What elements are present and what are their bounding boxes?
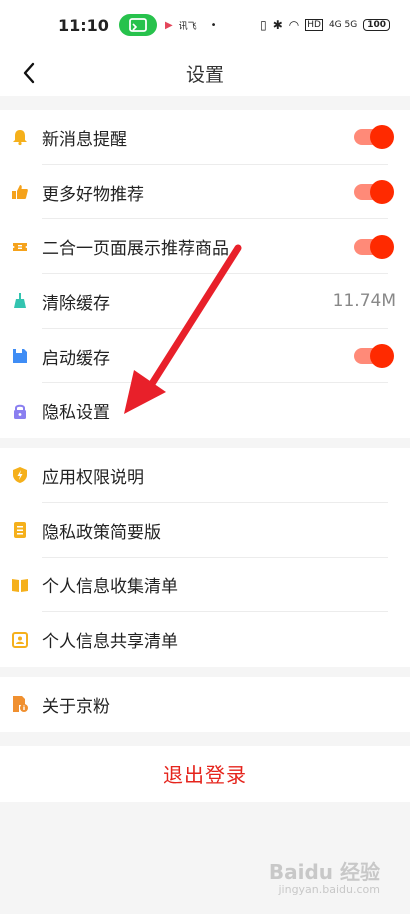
row-personal-info-sharing[interactable]: 个人信息共享清单	[0, 612, 410, 667]
settings-group-general: 新消息提醒 更多好物推荐 二合一页面展示推荐商品 清除缓存 11.74M 启动缓…	[0, 110, 410, 439]
notification-dot: •	[210, 19, 217, 31]
row-clear-cache[interactable]: 清除缓存 11.74M	[0, 274, 410, 329]
row-label: 二合一页面展示推荐商品	[42, 239, 229, 260]
document-list-icon	[10, 520, 30, 540]
watermark-text: Baidu 经验	[268, 860, 380, 884]
screen-cast-icon[interactable]	[118, 14, 157, 36]
xunfei-app-icon: 讯飞	[178, 21, 197, 32]
thumbs-up-icon	[10, 182, 30, 202]
logout-label: 退出登录	[163, 763, 247, 788]
top-bar: 设置	[0, 50, 410, 96]
broom-icon	[10, 291, 30, 311]
floppy-icon	[10, 346, 30, 366]
toggle-switch[interactable]	[354, 180, 394, 205]
info-doc-icon	[10, 694, 30, 714]
row-privacy-settings[interactable]: 隐私设置	[0, 383, 410, 438]
logout-button[interactable]: 退出登录	[0, 745, 410, 802]
baidu-watermark: Baidu 经验 jingyan.baidu.com	[269, 856, 380, 896]
row-label: 个人信息收集清单	[42, 577, 178, 598]
status-right: ▯ ✱ ◠ HD 4G 5G 100	[260, 18, 390, 32]
row-new-message-alert[interactable]: 新消息提醒	[0, 110, 410, 165]
vibrate-icon: ▯	[260, 18, 267, 32]
settings-group-privacy-docs: 应用权限说明 隐私政策简要版 个人信息收集清单 个人信息共享清单	[0, 448, 410, 667]
toggle-switch[interactable]	[354, 234, 394, 259]
shield-icon	[10, 465, 30, 485]
open-book-icon	[10, 575, 30, 595]
row-two-in-one-page[interactable]: 二合一页面展示推荐商品	[0, 219, 410, 275]
ticket-icon	[10, 237, 30, 257]
settings-group-about: 关于京粉	[0, 676, 410, 732]
battery-icon: 100	[363, 19, 390, 31]
row-label: 隐私设置	[42, 403, 110, 424]
row-privacy-policy-brief[interactable]: 隐私政策简要版	[0, 503, 410, 558]
status-bar: 11:10 ▶ 讯飞 • ▯ ✱ ◠ HD 4G 5G 100	[0, 0, 410, 50]
back-button[interactable]	[14, 58, 44, 88]
row-label: 隐私政策简要版	[42, 522, 161, 543]
watermark-sub: jingyan.baidu.com	[278, 883, 380, 896]
row-label: 更多好物推荐	[42, 184, 144, 205]
signal-icon: 4G 5G	[328, 20, 358, 30]
status-time: 11:10	[58, 15, 109, 35]
row-label: 应用权限说明	[42, 467, 144, 488]
wifi-icon: ◠	[288, 18, 300, 32]
row-label: 启动缓存	[42, 348, 110, 369]
video-app-icon: ▶	[164, 19, 173, 31]
row-about[interactable]: 关于京粉	[0, 677, 410, 732]
cache-size-value: 11.74M	[332, 291, 396, 312]
bluetooth-icon: ✱	[272, 18, 283, 32]
row-label: 清除缓存	[42, 293, 110, 314]
row-app-permissions[interactable]: 应用权限说明	[0, 448, 410, 503]
row-label: 关于京粉	[42, 696, 110, 717]
row-startup-cache[interactable]: 启动缓存	[0, 329, 410, 384]
row-label: 新消息提醒	[42, 129, 127, 150]
hd-icon: HD	[305, 19, 323, 31]
row-more-recommendations[interactable]: 更多好物推荐	[0, 165, 410, 220]
toggle-switch[interactable]	[354, 125, 394, 150]
bell-icon	[10, 127, 30, 147]
page-title: 设置	[185, 63, 224, 86]
chevron-left-icon	[23, 62, 35, 84]
row-personal-info-collection[interactable]: 个人信息收集清单	[0, 558, 410, 613]
row-label: 个人信息共享清单	[42, 632, 178, 653]
toggle-switch[interactable]	[354, 344, 394, 369]
share-doc-icon	[10, 630, 30, 650]
lock-icon	[10, 401, 30, 421]
